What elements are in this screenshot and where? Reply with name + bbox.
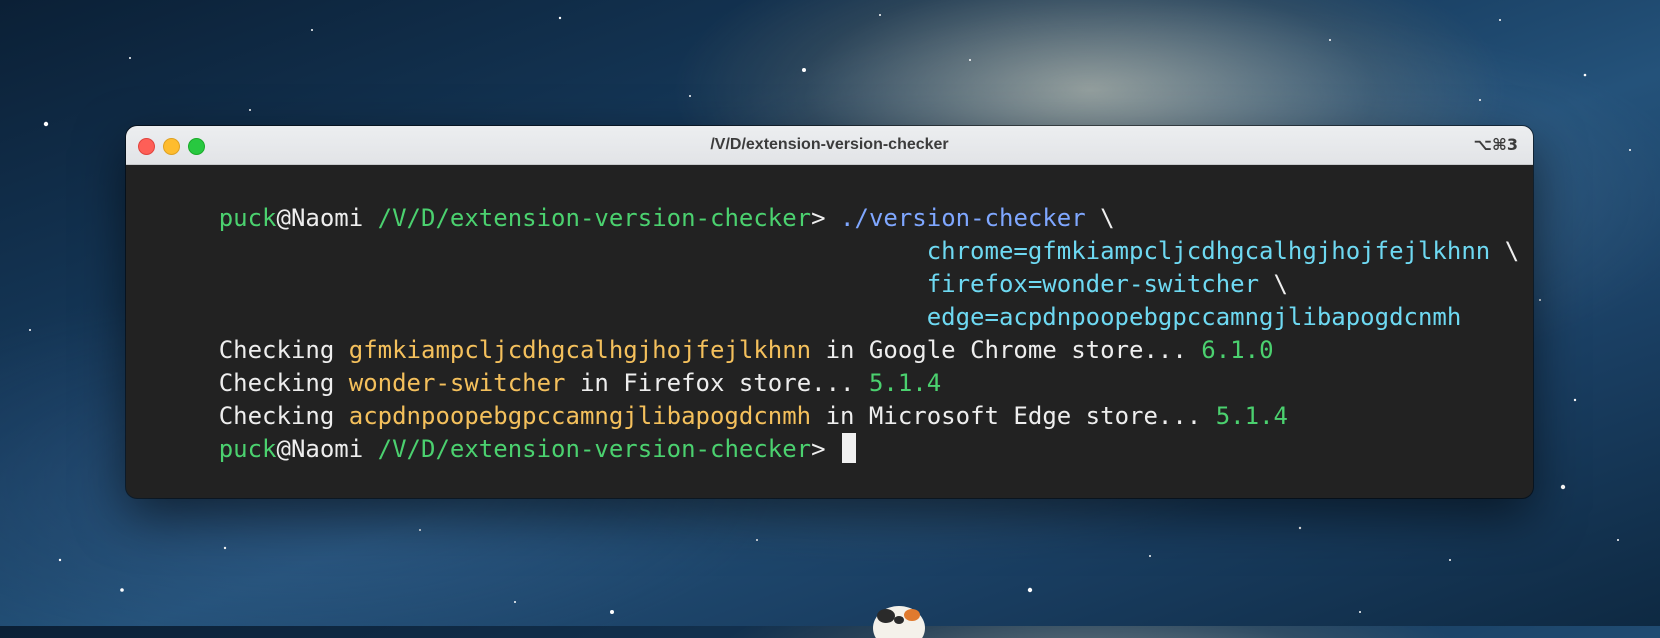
prompt-symbol: > xyxy=(811,204,826,232)
command-line: puck@Naomi /V/D/extension-version-checke… xyxy=(132,169,1533,232)
prompt-user: puck xyxy=(218,204,277,232)
store-text: in Google Chrome store... xyxy=(825,336,1187,364)
prompt-host: Naomi xyxy=(290,435,364,463)
line-continuation: \ xyxy=(1273,270,1288,298)
prompt-at: @ xyxy=(276,204,291,232)
version-number: 5.1.4 xyxy=(868,369,942,397)
window-shortcut: ⌥⌘3 xyxy=(1473,135,1518,154)
command-arg: firefox=wonder-switcher xyxy=(926,270,1260,298)
check-prefix: Checking xyxy=(218,369,335,397)
title-bar[interactable]: /V/D/extension-version-checker ⌥⌘3 xyxy=(126,126,1533,165)
command-text: ./version-checker xyxy=(840,204,1086,232)
command-arg: chrome=gfmkiampcljcdhgcalhgjhojfejlkhnn xyxy=(926,237,1491,265)
version-number: 5.1.4 xyxy=(1215,402,1288,430)
line-continuation: \ xyxy=(1504,237,1520,265)
prompt-user: puck xyxy=(218,435,277,463)
prompt-path: /V/D/extension-version-checker xyxy=(377,204,812,232)
terminal-output[interactable]: puck@Naomi /V/D/extension-version-checke… xyxy=(126,165,1533,463)
store-text: in Firefox store... xyxy=(579,369,855,397)
version-number: 6.1.0 xyxy=(1201,336,1274,364)
check-prefix: Checking xyxy=(218,336,335,364)
command-arg: edge=acpdnpoopebgpccamngjlibapogdcnmh xyxy=(926,303,1462,331)
text-cursor[interactable] xyxy=(842,433,857,463)
window-title: /V/D/extension-version-checker xyxy=(710,136,949,153)
prompt-symbol: > xyxy=(811,435,826,463)
terminal-window[interactable]: /V/D/extension-version-checker ⌥⌘3 puck@… xyxy=(126,126,1533,498)
prompt-path: /V/D/extension-version-checker xyxy=(377,435,812,463)
dock-app-icon[interactable] xyxy=(868,598,930,638)
prompt-host: Naomi xyxy=(290,204,364,232)
extension-id: gfmkiampcljcdhgcalhgjhojfejlkhnn xyxy=(348,336,812,364)
extension-id: acpdnpoopebgpccamngjlibapogdcnmh xyxy=(348,402,812,430)
check-prefix: Checking xyxy=(218,402,335,430)
prompt-at: @ xyxy=(276,435,291,463)
store-text: in Microsoft Edge store... xyxy=(825,402,1202,430)
extension-id: wonder-switcher xyxy=(348,369,566,397)
command-arg-line: edge=acpdnpoopebgpccamngjlibapogdcnmh xyxy=(132,268,1533,331)
line-continuation: \ xyxy=(1100,204,1115,232)
